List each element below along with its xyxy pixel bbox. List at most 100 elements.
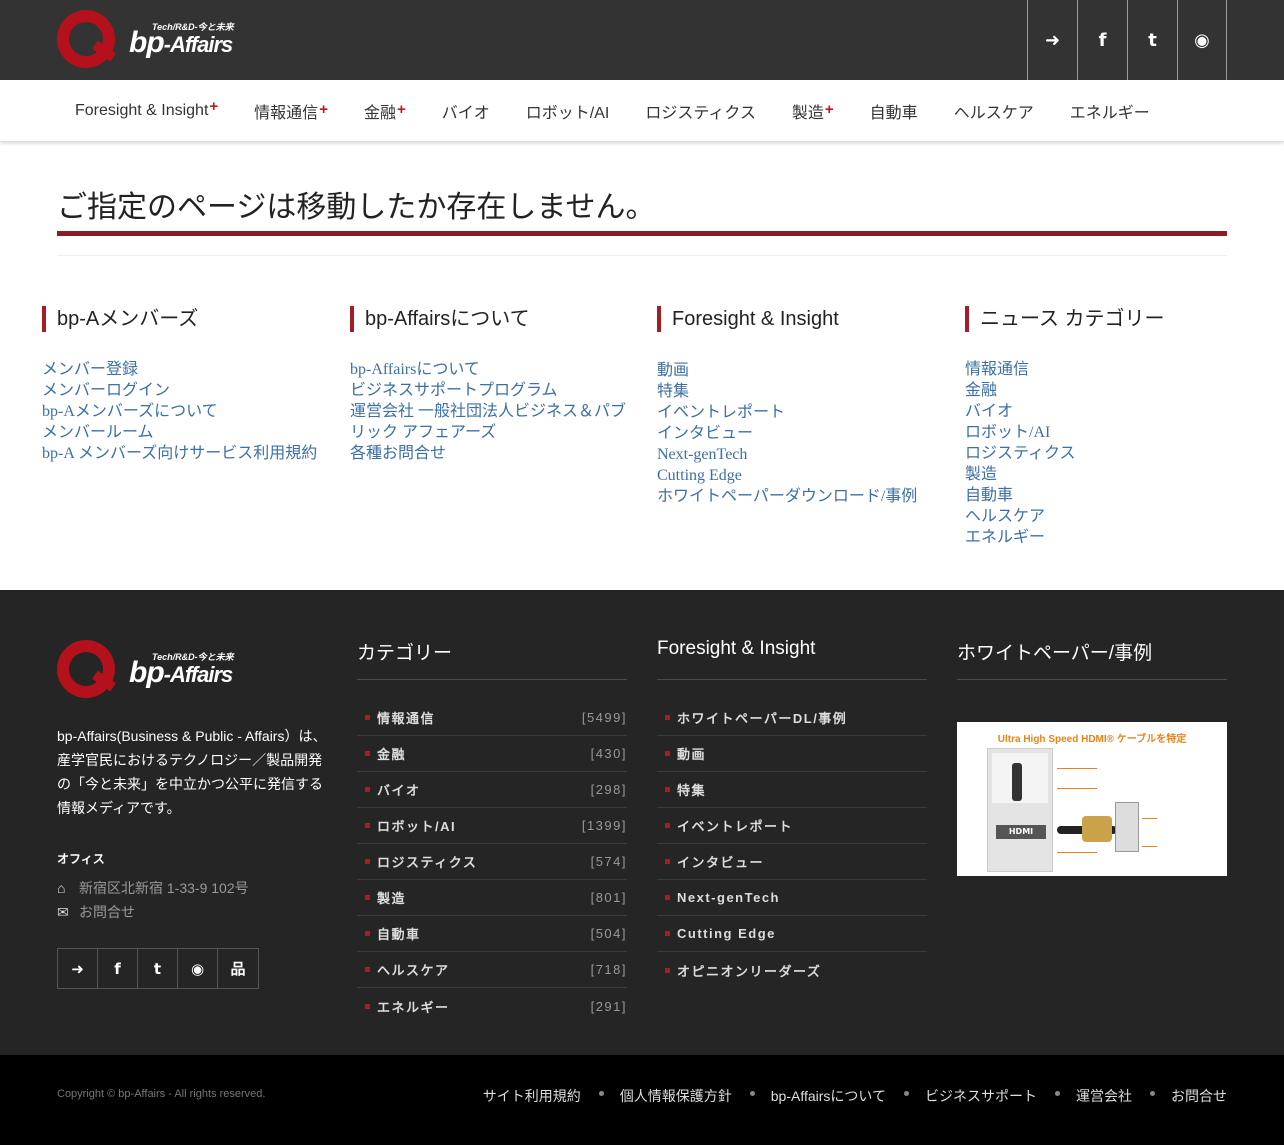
home-icon: ⌂	[57, 880, 66, 896]
facebook-button[interactable]: f	[1077, 0, 1127, 80]
category-item[interactable]: 製造 [801]	[357, 880, 627, 916]
sign-in-button[interactable]: ➜	[1027, 0, 1077, 80]
twitter-button[interactable]: t	[1127, 0, 1177, 80]
sitemap-link[interactable]: ホワイトペーパーダウンロード/事例	[657, 486, 947, 507]
category-count: [718]	[590, 962, 627, 977]
foresight-item[interactable]: インタビュー	[657, 844, 927, 880]
nav-item[interactable]: 自動車	[852, 99, 936, 123]
category-item[interactable]: ロジスティクス [574]	[357, 844, 627, 880]
nav-item[interactable]: 製造+	[774, 99, 852, 123]
facebook-icon: f	[1098, 29, 1107, 51]
sitemap-link[interactable]: ロジスティクス	[965, 443, 1255, 464]
foresight-item[interactable]: 特集	[657, 772, 927, 808]
sitemap-link[interactable]: バイオ	[965, 401, 1255, 422]
callout-line	[1057, 788, 1097, 789]
foresight-item[interactable]: Cutting Edge	[657, 916, 927, 952]
sitemap-link[interactable]: 運営会社 一般社団法人ビジネス＆パブリック アフェアーズ	[350, 401, 630, 443]
sitemap-link[interactable]: ロボット/AI	[965, 422, 1255, 443]
header-social-links: ➜ f t ◉	[1027, 0, 1227, 80]
sitemap-link[interactable]: Next-genTech	[657, 444, 947, 465]
sitemap-column-about: bp-Affairsについて bp-Affairsについて ビジネスサポートプログ…	[350, 306, 630, 464]
category-item[interactable]: ヘルスケア [718]	[357, 952, 627, 988]
sitemap-link[interactable]: メンバーログイン	[42, 380, 332, 401]
sitemap-link[interactable]: ヘルスケア	[965, 506, 1255, 527]
twitter-button[interactable]: t	[138, 949, 178, 988]
sitemap-link[interactable]: 自動車	[965, 485, 1255, 506]
sitemap-link[interactable]: 製造	[965, 464, 1255, 485]
contact-link[interactable]: お問合せ	[79, 904, 135, 920]
nav-item[interactable]: 金融+	[346, 99, 424, 123]
category-label: ロジスティクス	[377, 855, 478, 870]
bullet-square-icon	[365, 895, 370, 900]
category-item[interactable]: 自動車 [504]	[357, 916, 627, 952]
foresight-item[interactable]: イベントレポート	[657, 808, 927, 844]
copyright-text: Copyright © bp-Affairs - All rights rese…	[57, 1088, 266, 1100]
sitemap-heading: bp-Affairsについて	[350, 306, 630, 332]
sitemap-link[interactable]: bp-Affairsについて	[350, 359, 630, 380]
sitemap-link[interactable]: イベントレポート	[657, 402, 947, 423]
foresight-label: オピニオンリーダーズ	[677, 963, 822, 979]
category-count: [1399]	[581, 818, 627, 833]
nav-item[interactable]: Foresight & Insight+	[57, 98, 236, 120]
bottom-link[interactable]: サイト利用規約	[483, 1086, 581, 1106]
category-label: バイオ	[377, 783, 421, 798]
nav-item[interactable]: 情報通信+	[236, 99, 346, 123]
bullet-square-icon	[665, 895, 670, 900]
facebook-button[interactable]: f	[98, 949, 138, 988]
sitemap-link[interactable]: ビジネスサポートプログラム	[350, 380, 630, 401]
rss-icon: ◉	[190, 959, 205, 978]
foresight-item[interactable]: ホワイトペーパーDL/事例	[657, 700, 927, 736]
sitemap-link[interactable]: メンバールーム	[42, 422, 332, 443]
connector-image	[1082, 816, 1112, 842]
main-navigation: Foresight & Insight+ 情報通信+ 金融+ バイオ ロボット/AI ロジ…	[0, 80, 1284, 142]
category-item[interactable]: 情報通信 [5499]	[357, 700, 627, 736]
bottom-link[interactable]: 運営会社	[1076, 1086, 1132, 1106]
footer-logo[interactable]: Tech/R&D-今と未来 bp-Affairs	[57, 638, 247, 698]
nav-item[interactable]: エネルギー	[1052, 99, 1168, 123]
foresight-item[interactable]: オピニオンリーダーズ	[657, 952, 927, 988]
bullet-square-icon	[665, 931, 670, 936]
bottom-link[interactable]: お問合せ	[1171, 1086, 1227, 1106]
bottom-link-item: サイト利用規約	[483, 1086, 581, 1106]
foresight-label: 特集	[677, 783, 707, 798]
sitemap-link[interactable]: 各種お問合せ	[350, 443, 630, 464]
sitemap-link[interactable]: メンバー登録	[42, 359, 332, 380]
foresight-item[interactable]: Next-genTech	[657, 880, 927, 916]
nav-item[interactable]: ロボット/AI	[508, 99, 628, 123]
rss-button[interactable]: ◉	[1177, 0, 1227, 80]
category-label: 金融	[377, 747, 407, 762]
category-label: 製造	[377, 891, 407, 906]
footer-foresight-heading: Foresight & Insight	[657, 638, 927, 680]
office-contact[interactable]: ✉ お問合せ	[57, 902, 135, 922]
bottom-link[interactable]: bp-Affairsについて	[771, 1086, 886, 1106]
rss-button[interactable]: ◉	[178, 949, 218, 988]
sitemap-link[interactable]: エネルギー	[965, 527, 1255, 548]
whitepaper-thumbnail[interactable]: Ultra High Speed HDMI® ケーブルを特定 HDMI	[957, 722, 1227, 876]
sitemap-button[interactable]: 品	[218, 949, 258, 988]
sitemap-link[interactable]: 特集	[657, 381, 947, 402]
category-item[interactable]: バイオ [298]	[357, 772, 627, 808]
nav-item[interactable]: ロジスティクス	[627, 99, 774, 123]
sitemap-link[interactable]: 動画	[657, 360, 947, 381]
foresight-item[interactable]: 動画	[657, 736, 927, 772]
sitemap-link[interactable]: 情報通信	[965, 359, 1255, 380]
site-logo[interactable]: Tech/R&D-今と未来 bp-Affairs	[57, 8, 247, 68]
sitemap-link[interactable]: bp-A メンバーズ向けサービス利用規約	[42, 443, 332, 464]
nav-item[interactable]: ヘルスケア	[936, 99, 1052, 123]
sign-in-button[interactable]: ➜	[58, 949, 98, 988]
separator-dot-icon	[749, 1090, 755, 1096]
sitemap-link[interactable]: インタビュー	[657, 423, 947, 444]
nav-item[interactable]: バイオ	[424, 99, 508, 123]
sitemap-links: メンバー登録 メンバーログイン bp-Aメンバーズについて メンバールーム bp-A メ…	[42, 359, 332, 464]
sitemap-link[interactable]: 金融	[965, 380, 1255, 401]
category-item[interactable]: ロボット/AI [1399]	[357, 808, 627, 844]
sitemap-link[interactable]: bp-Aメンバーズについて	[42, 401, 332, 422]
category-item[interactable]: 金融 [430]	[357, 736, 627, 772]
category-item[interactable]: エネルギー [291]	[357, 988, 627, 1024]
bottom-link[interactable]: ビジネスサポート	[925, 1086, 1037, 1106]
separator-dot-icon	[1055, 1090, 1060, 1096]
sitemap-link[interactable]: Cutting Edge	[657, 465, 947, 486]
bottom-link[interactable]: 個人情報保護方針	[620, 1086, 732, 1106]
nav-list: Foresight & Insight+ 情報通信+ 金融+ バイオ ロボット/AI ロジ…	[57, 80, 1168, 142]
title-underline	[57, 231, 1227, 236]
